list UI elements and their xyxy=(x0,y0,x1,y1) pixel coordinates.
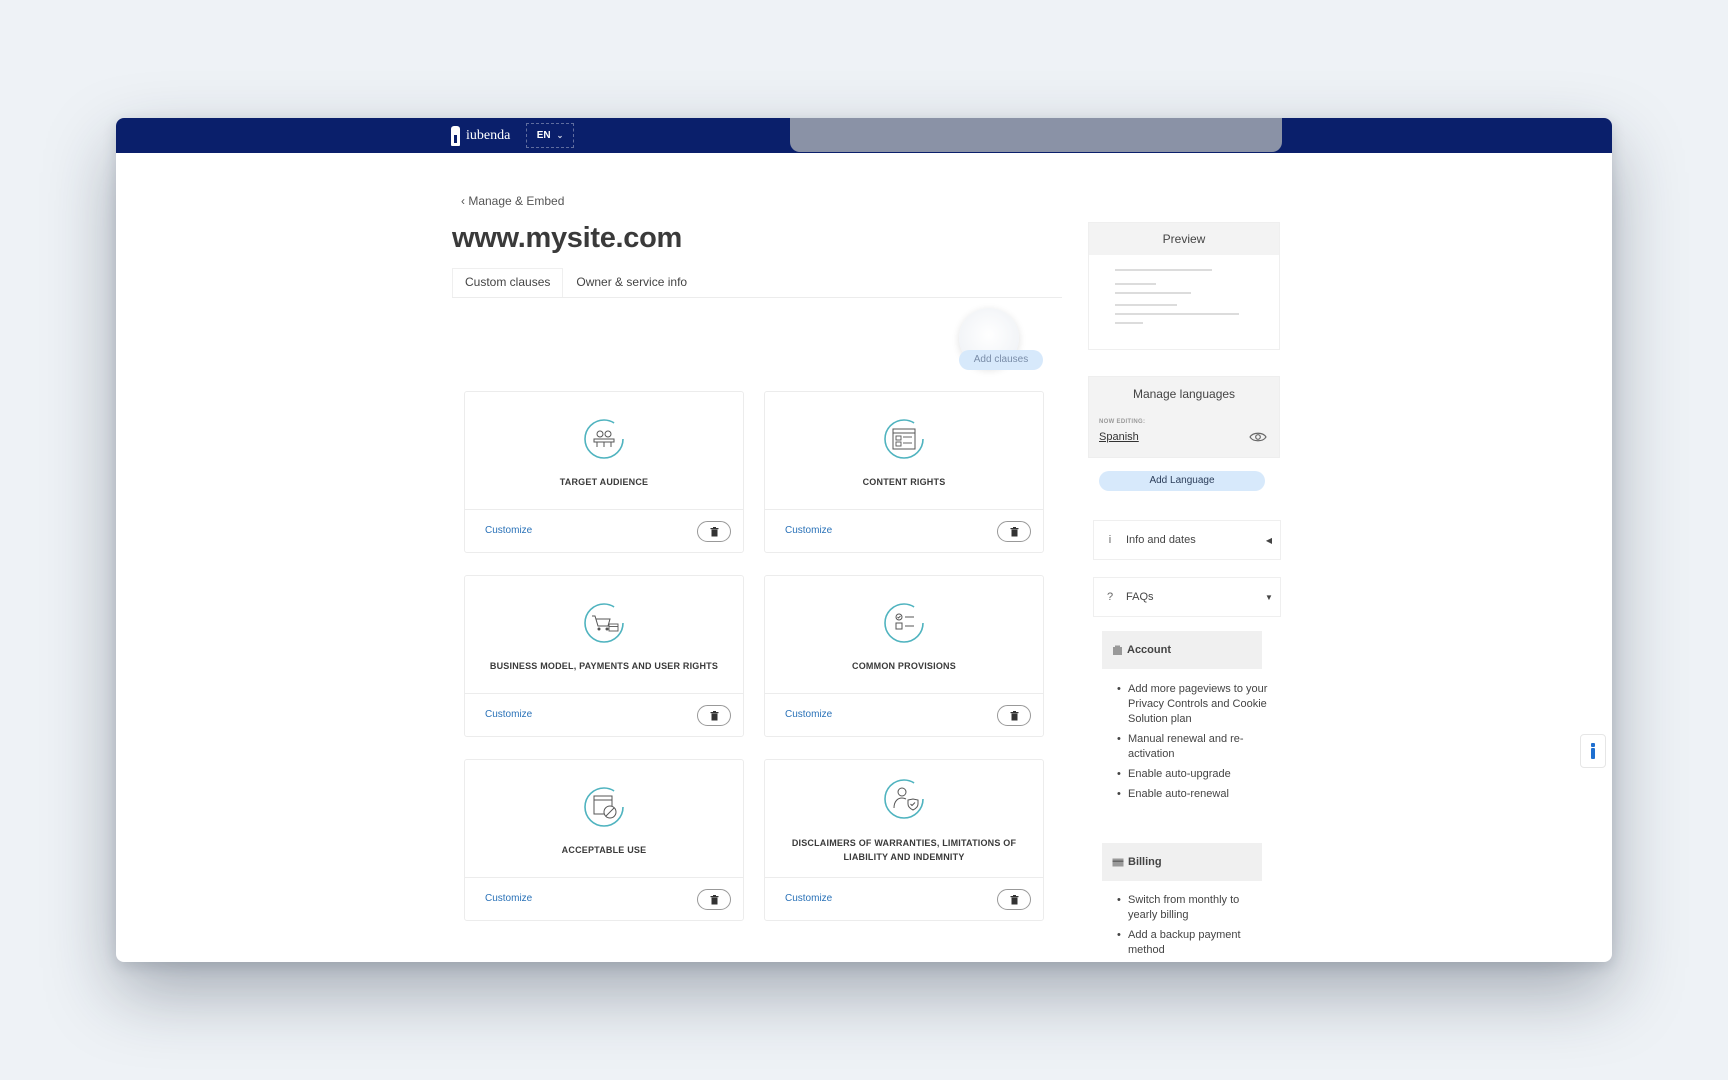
iubenda-widget-icon xyxy=(1591,743,1595,759)
billing-title: Billing xyxy=(1128,856,1162,868)
customize-link[interactable]: Customize xyxy=(485,525,532,536)
info-icon: i xyxy=(1108,534,1112,546)
question-icon: ? xyxy=(1106,591,1114,603)
delete-clause-button[interactable] xyxy=(997,705,1031,726)
account-link[interactable]: Add more pageviews to your Privacy Contr… xyxy=(1117,682,1270,727)
account-links-list: Add more pageviews to your Privacy Contr… xyxy=(1117,682,1270,807)
trash-icon xyxy=(710,710,718,720)
add-language-button[interactable]: Add Language xyxy=(1099,471,1265,491)
iubenda-logo-icon xyxy=(451,126,460,146)
tab-bar: Custom clauses Owner & service info xyxy=(452,268,1062,298)
delete-clause-button[interactable] xyxy=(997,889,1031,910)
customize-link[interactable]: Customize xyxy=(785,709,832,720)
caret-down-icon: ▼ xyxy=(1265,592,1273,602)
content-rights-icon xyxy=(884,419,924,459)
delete-clause-button[interactable] xyxy=(697,705,731,726)
trash-icon xyxy=(1010,894,1018,904)
scroll-to-top-button[interactable] xyxy=(1580,734,1606,768)
card-title: CONTENT RIGHTS xyxy=(862,477,946,487)
account-link[interactable]: Enable auto-renewal xyxy=(1117,787,1270,802)
breadcrumb-back-link[interactable]: ‹ Manage & Embed xyxy=(461,194,564,208)
billing-link[interactable]: Add a backup payment method xyxy=(1117,928,1270,958)
accordion-info-and-dates[interactable]: i Info and dates ◀ xyxy=(1093,520,1281,560)
delete-clause-button[interactable] xyxy=(697,521,731,542)
blurred-search-bar[interactable] xyxy=(790,118,1282,152)
account-title: Account xyxy=(1127,644,1171,656)
account-icon xyxy=(1113,645,1122,655)
eye-icon[interactable] xyxy=(1249,431,1267,443)
trash-icon xyxy=(1010,526,1018,536)
user-shield-icon xyxy=(884,779,924,819)
manage-languages-panel: Manage languages NOW EDITING: Spanish xyxy=(1088,376,1280,458)
preview-title: Preview xyxy=(1089,223,1279,255)
trash-icon xyxy=(710,526,718,536)
clause-card-acceptable-use: ACCEPTABLE USE Customize xyxy=(464,759,744,921)
card-title: COMMON PROVISIONS xyxy=(852,661,956,671)
cart-icon xyxy=(584,603,624,643)
manage-languages-title: Manage languages xyxy=(1132,387,1236,401)
now-editing-label: NOW EDITING: xyxy=(1099,419,1146,425)
tab-custom-clauses[interactable]: Custom clauses xyxy=(452,268,564,297)
clause-card-target-audience: TARGET AUDIENCE Customize xyxy=(464,391,744,553)
customize-link[interactable]: Customize xyxy=(785,893,832,904)
language-selector[interactable]: EN ⌄ xyxy=(526,123,574,148)
billing-section-header: Billing xyxy=(1102,843,1262,881)
add-clauses-button[interactable]: Add clauses xyxy=(959,350,1043,370)
page-title: www.mysite.com xyxy=(452,222,683,254)
trash-icon xyxy=(1010,710,1018,720)
caret-left-icon: ◀ xyxy=(1265,535,1273,545)
delete-clause-button[interactable] xyxy=(997,521,1031,542)
brand-name: iubenda xyxy=(466,128,511,143)
clause-card-business-model: BUSINESS MODEL, PAYMENTS AND USER RIGHTS… xyxy=(464,575,744,737)
audience-icon xyxy=(584,419,624,459)
clause-card-disclaimers: DISCLAIMERS OF WARRANTIES, LIMITATIONS O… xyxy=(764,759,1044,921)
current-language-link[interactable]: Spanish xyxy=(1099,431,1139,443)
preview-document-thumbnail xyxy=(1089,255,1279,345)
brand-logo[interactable]: iubenda xyxy=(451,124,510,148)
accordion-label: FAQs xyxy=(1126,591,1154,603)
chevron-down-icon: ⌄ xyxy=(556,131,564,140)
card-title: TARGET AUDIENCE xyxy=(559,477,649,487)
account-link[interactable]: Enable auto-upgrade xyxy=(1117,767,1270,782)
account-link[interactable]: Manual renewal and re-activation xyxy=(1117,732,1270,762)
credit-card-icon xyxy=(1112,858,1124,866)
customize-link[interactable]: Customize xyxy=(785,525,832,536)
customize-link[interactable]: Customize xyxy=(485,893,532,904)
delete-clause-button[interactable] xyxy=(697,889,731,910)
accordion-label: Info and dates xyxy=(1126,534,1196,546)
tab-owner-service-info[interactable]: Owner & service info xyxy=(563,268,700,297)
trash-icon xyxy=(710,894,718,904)
account-section-header: Account xyxy=(1102,631,1262,669)
billing-links-list: Switch from monthly to yearly billing Ad… xyxy=(1117,893,1270,962)
acceptable-use-icon xyxy=(584,787,624,827)
card-title: ACCEPTABLE USE xyxy=(561,845,647,855)
card-title: DISCLAIMERS OF WARRANTIES, LIMITATIONS O… xyxy=(791,838,1017,862)
clause-card-common-provisions: COMMON PROVISIONS Customize xyxy=(764,575,1044,737)
top-bar: iubenda EN ⌄ xyxy=(116,118,1612,153)
checklist-icon xyxy=(884,603,924,643)
clause-card-content-rights: CONTENT RIGHTS Customize xyxy=(764,391,1044,553)
accordion-faqs[interactable]: ? FAQs ▼ xyxy=(1093,577,1281,617)
customize-link[interactable]: Customize xyxy=(485,709,532,720)
language-code: EN xyxy=(536,130,551,141)
card-title: BUSINESS MODEL, PAYMENTS AND USER RIGHTS xyxy=(489,661,719,671)
billing-link[interactable]: Switch from monthly to yearly billing xyxy=(1117,893,1270,923)
preview-panel[interactable]: Preview xyxy=(1088,222,1280,350)
app-window: iubenda EN ⌄ ‹ Manage & Embed www.mysite… xyxy=(116,118,1612,962)
